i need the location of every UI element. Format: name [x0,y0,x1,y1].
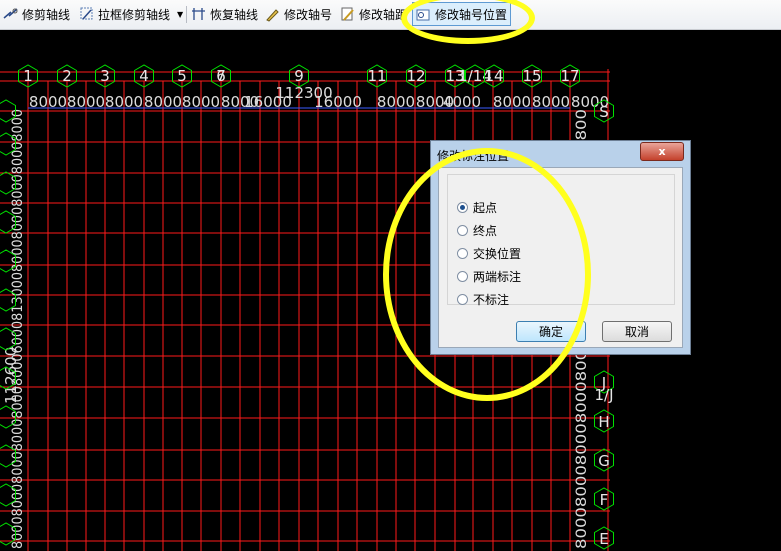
left-dimension-text: 8000800080008000800080006000813000800080… [10,109,26,549]
dimension-label: 8000 [144,93,182,111]
toolbar: 修剪轴线 拉框修剪轴线 ▼ 恢复轴线 修改轴号 修改轴距 修改轴号位置 [0,0,781,30]
axis-number-label: 12 [406,67,425,85]
edit-axis-spacing-label: 修改轴距 [359,7,408,22]
dimension-label: 8000 [67,93,105,111]
axis-number-label: 2 [62,67,72,85]
restore-axis-icon [191,6,207,22]
trim-axis-label: 修剪轴线 [22,7,71,22]
axis-number-label: 14 [484,67,503,85]
close-button[interactable]: x [640,142,684,161]
trim-axis-icon [3,6,19,22]
toolbar-separator [186,6,187,23]
edit-axis-number-icon [265,6,281,22]
dimension-label: 8000 [182,93,220,111]
axis-letter-label: S [599,103,609,121]
edit-axis-spacing-icon [340,6,356,22]
axis-letter-label: 1/J [594,386,613,404]
axis-number-label: 5 [177,67,187,85]
edit-axis-number-label: 修改轴号 [284,7,333,22]
edit-axis-spacing-button[interactable]: 修改轴距 [340,3,407,25]
dimension-label: 8000 [105,93,143,111]
axis-letter-label: E [599,530,608,548]
axis-number-label: 1 [23,67,33,85]
axis-number-label: 17 [560,67,579,85]
axis-letter-label: G [598,452,610,470]
dimension-label: 8000 [29,93,67,111]
top-total-dimension: 112300 [275,84,332,102]
box-trim-axis-icon [79,6,95,22]
axis-number-label: 15 [522,67,541,85]
box-trim-axis-button[interactable]: 拉框修剪轴线 ▼ [79,3,183,25]
axis-letter-label: H [598,413,609,431]
dimension-label: 4000 [443,93,481,111]
dimension-label: 8000 [377,93,415,111]
edit-axis-number-button[interactable]: 修改轴号 [265,3,332,25]
axis-number-label: 3 [100,67,110,85]
axis-number-label: 4 [139,67,149,85]
restore-axis-label: 恢复轴线 [210,7,259,22]
highlight-ellipse-dialog [383,148,591,401]
box-trim-axis-label: 拉框修剪轴线 [98,7,171,22]
close-icon: x [658,145,666,158]
axis-number-label: 11 [367,67,386,85]
cancel-button[interactable]: 取消 [602,321,672,342]
dimension-label: 8000 [493,93,531,111]
trim-axis-button[interactable]: 修剪轴线 [3,3,70,25]
axis-letter-label: F [600,491,609,509]
axis-number-label-overlap: 7 [216,67,226,85]
axis-number-label: 9 [294,67,304,85]
restore-axis-button[interactable]: 恢复轴线 [191,3,258,25]
dimension-label: 8000 [532,93,570,111]
left-total-dimension: 112600 [2,347,20,404]
chevron-down-icon[interactable]: ▼ [177,10,183,19]
